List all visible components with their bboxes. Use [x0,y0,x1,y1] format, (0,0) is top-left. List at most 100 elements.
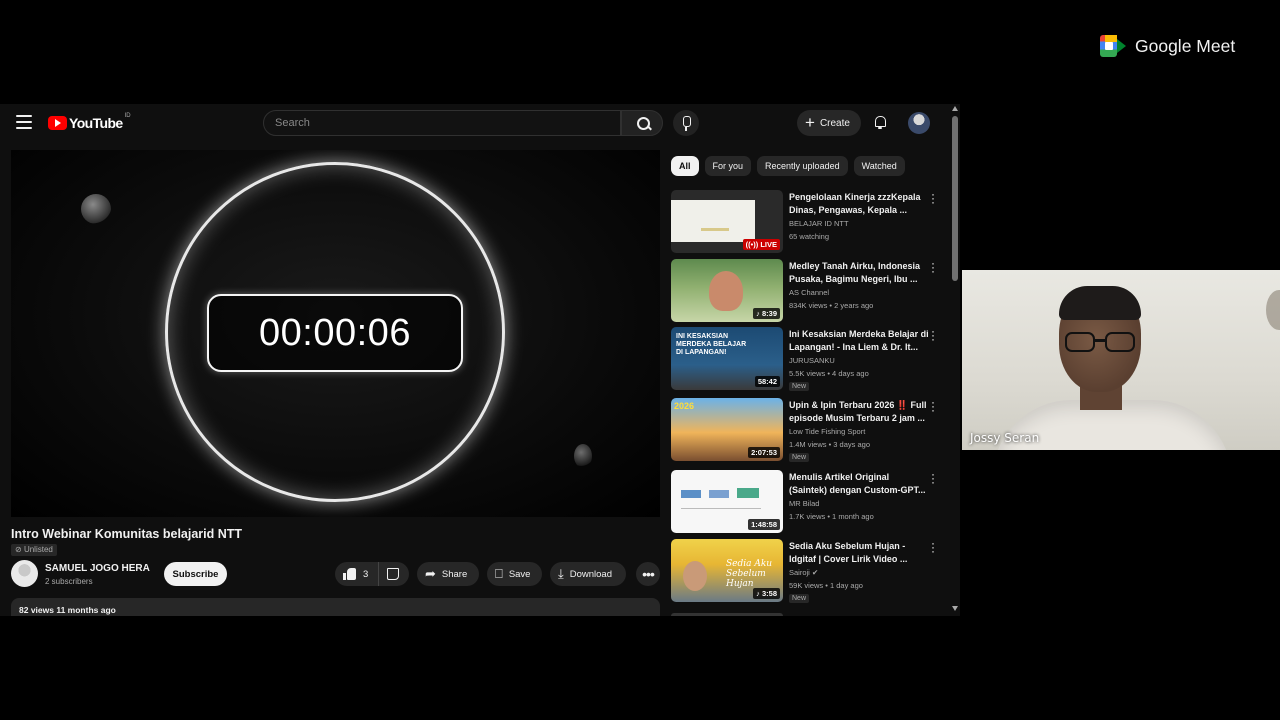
share-button[interactable]: ➦ Share [417,562,479,586]
create-button[interactable]: + Create [797,110,861,136]
video-thumbnail[interactable]: ♪ 8:39 [671,259,783,322]
recommendation-meta: 1.7K views • 1 month ago [789,512,874,521]
youtube-play-icon [48,116,67,130]
background-object [1266,290,1280,330]
kebab-menu-icon[interactable]: · · · [931,396,935,416]
channel-avatar[interactable] [11,560,38,587]
kebab-menu-icon[interactable]: · · · [931,537,935,557]
recommendation-title[interactable]: Medley Tanah Airku, Indonesia Pusaka, Ba… [789,260,929,286]
download-button[interactable]: ⤓ Download [550,562,626,586]
thumbs-down-icon[interactable] [387,568,399,580]
bookmark-icon: ⎕ [495,566,503,581]
thumbs-up-icon [343,568,356,580]
chip-all[interactable]: All [671,156,699,176]
recommendation-meta: 1.4M views • 3 days ago [789,440,870,449]
recommendation-title[interactable]: Pengelolaan Kinerja zzzKepala Dinas, Pen… [789,191,929,217]
video-thumbnail[interactable]: 2026 2:07:53 [671,398,783,461]
recommendation-item[interactable]: ((•)) LIVE Pengelolaan Kinerja zzzKepala… [671,188,946,254]
logo-text: YouTube [69,115,123,131]
filter-chips: All For you Recently uploaded Watched [671,156,905,176]
video-thumbnail[interactable]: 1:48:58 [671,470,783,533]
recommendation-channel: BELAJAR ID NTT [789,219,849,228]
recommendation-title[interactable]: Upin & Ipin Terbaru 2026 ‼️ Full episode… [789,399,929,425]
chip-watched[interactable]: Watched [853,156,905,176]
decorative-orb [574,444,592,468]
recommendation-channel: AS Channel [789,288,830,297]
scroll-down-icon[interactable] [952,606,958,611]
recommendation-meta: 834K views • 2 years ago [789,301,874,310]
recommendation-channel: Sairoji ✔ [789,568,819,577]
duration-badge: 2:07:53 [748,447,780,458]
recommendation-item[interactable]: Sedia Aku Sebelum Hujan ♪ 3:58 Sedia Aku… [671,537,946,603]
recommendation-title[interactable]: Menulis Artikel Original (Saintek) denga… [789,471,929,497]
account-avatar[interactable] [908,112,930,134]
thumbnail-text: 2026 [674,401,695,411]
unlisted-label: Unlisted [23,545,53,554]
chip-recently-uploaded[interactable]: Recently uploaded [757,156,848,176]
recommendation-channel: Low Tide Fishing Sport [789,427,866,436]
scroll-up-icon[interactable] [952,106,958,111]
thumbnail-art [709,490,729,498]
new-badge: New [789,594,810,603]
description-box[interactable]: 82 views 11 months ago [11,598,660,616]
kebab-menu-icon[interactable]: · · · [931,257,935,277]
kebab-menu-icon[interactable]: · · · [931,468,935,488]
duration-badge: ♪ 3:58 [753,588,780,599]
meet-camera-icon [1100,35,1126,57]
recommendation-item[interactable]: INI KESAKSIAN MERDEKA BELAJAR DI LAPANGA… [671,325,946,391]
video-player[interactable]: 00:00:06 [11,150,660,517]
subscribe-button[interactable]: Subscribe [164,562,227,586]
logo-region: ID [124,113,131,119]
thumbnail-art [681,508,761,509]
views-and-age: 82 views 11 months ago [19,605,116,615]
like-dislike-group: 3 [335,562,409,586]
recommendation-item[interactable]: 2026 2:07:53 Upin & Ipin Terbaru 2026 ‼️… [671,396,946,462]
live-badge: ((•)) LIVE [742,239,780,250]
partial-recommendation [671,613,783,616]
recommendation-item[interactable]: 1:48:58 Menulis Artikel Original (Sainte… [671,468,946,534]
youtube-header: YouTube ID Search + Create [0,104,950,142]
menu-icon[interactable] [16,115,32,129]
thumbnail-art [709,271,743,311]
save-button[interactable]: ⎕ Save [487,562,542,586]
download-icon: ⤓ [558,566,564,581]
thumbnail-art [671,200,755,242]
participant-video [1065,332,1137,354]
meet-brand-text: Google Meet [1135,35,1236,56]
recommendation-title[interactable]: Ini Kesaksian Merdeka Belajar di Lapanga… [789,328,929,354]
scrollbar[interactable] [950,104,960,616]
video-title: Intro Webinar Komunitas belajarid NTT [11,527,243,541]
kebab-menu-icon[interactable]: · · · [931,325,935,345]
thumbnail-text: Sedia Aku Sebelum Hujan [726,559,773,589]
bell-icon[interactable] [874,115,887,129]
download-label: Download [569,568,612,580]
recommendation-meta: 59K views • 1 day ago [789,581,863,590]
participant-video [1059,286,1141,320]
shared-screen: YouTube ID Search + Create 00:00:06 Intr… [0,0,960,720]
like-button[interactable]: 3 [335,562,379,586]
recommendation-title[interactable]: Sedia Aku Sebelum Hujan - Idgitaf | Cove… [789,540,929,566]
search-icon[interactable] [621,110,663,136]
more-actions-button[interactable]: ••• [636,562,660,586]
recommendation-channel: JURUSANKU [789,356,835,365]
create-label: Create [819,117,850,129]
video-thumbnail[interactable]: ((•)) LIVE [671,190,783,253]
chip-for-you[interactable]: For you [704,156,752,176]
recommendation-item[interactable]: ♪ 8:39 Medley Tanah Airku, Indonesia Pus… [671,257,946,323]
channel-name[interactable]: SAMUEL JOGO HERA [45,563,150,574]
new-badge: New [789,453,810,462]
kebab-menu-icon[interactable]: · · · [931,188,935,208]
video-thumbnail[interactable]: Sedia Aku Sebelum Hujan ♪ 3:58 [671,539,783,602]
participant-tile[interactable]: Jossy Seran [962,270,1280,450]
thumbnail-art [681,490,701,498]
youtube-window: YouTube ID Search + Create 00:00:06 Intr… [0,104,960,616]
thumbnail-text: INI KESAKSIAN MERDEKA BELAJAR DI LAPANGA… [676,333,747,356]
thumbnail-art [737,488,759,498]
video-thumbnail[interactable]: INI KESAKSIAN MERDEKA BELAJAR DI LAPANGA… [671,327,783,390]
microphone-icon[interactable] [673,110,699,136]
search-input[interactable]: Search [263,110,621,136]
scrollbar-thumb[interactable] [952,116,958,281]
youtube-logo[interactable]: YouTube ID [48,113,131,131]
new-badge: New [789,382,810,391]
save-label: Save [508,568,531,580]
